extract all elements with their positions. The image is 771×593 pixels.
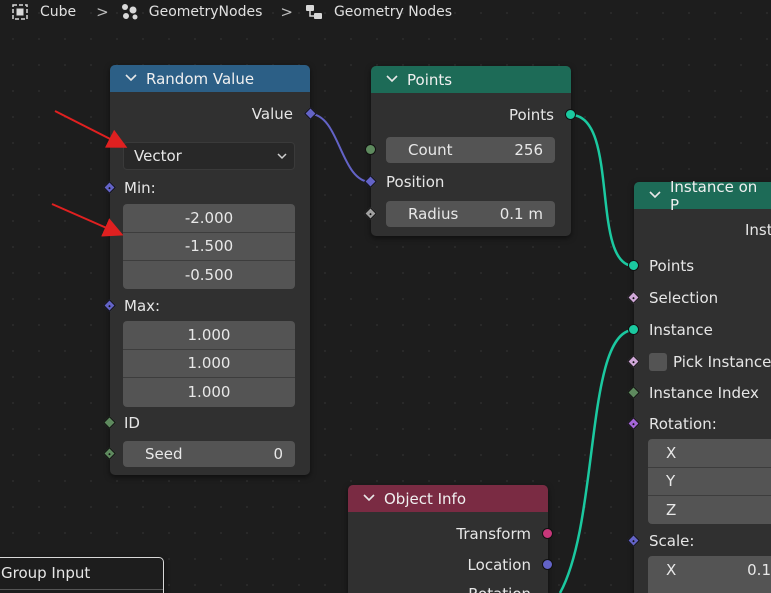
arrow-annotation-icon	[51, 203, 124, 237]
annotation-arrows	[51, 110, 128, 237]
arrow-annotation-icon	[54, 110, 128, 148]
